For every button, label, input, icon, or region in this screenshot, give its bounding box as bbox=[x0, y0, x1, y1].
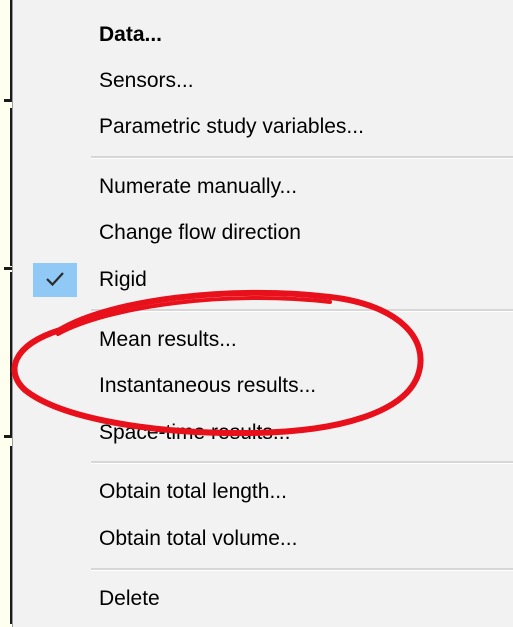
menu-item-label: Obtain total volume... bbox=[99, 527, 298, 550]
background-panel bbox=[0, 0, 12, 102]
background-divider bbox=[4, 267, 12, 270]
background-panel bbox=[0, 272, 12, 438]
menu-item-delete[interactable]: Delete bbox=[13, 576, 513, 622]
menu-separator bbox=[91, 156, 513, 159]
menu-item-obtain-total-volume[interactable]: Obtain total volume... bbox=[13, 516, 513, 562]
menu-item-rigid[interactable]: Rigid bbox=[13, 257, 513, 303]
menu-item-data[interactable]: Data... bbox=[13, 12, 513, 58]
menu-item-label: Parametric study variables... bbox=[99, 115, 364, 138]
menu-item-label: Sensors... bbox=[99, 69, 194, 92]
menu-separator bbox=[91, 568, 513, 571]
context-menu: Data... Sensors... Parametric study vari… bbox=[12, 0, 513, 627]
menu-separator bbox=[91, 309, 513, 312]
menu-item-label: Data... bbox=[99, 23, 163, 46]
screenshot-stage: Data... Sensors... Parametric study vari… bbox=[0, 0, 513, 627]
menu-separator bbox=[91, 461, 513, 464]
background-divider bbox=[4, 99, 12, 102]
background-divider bbox=[4, 435, 12, 438]
menu-item-obtain-total-length[interactable]: Obtain total length... bbox=[13, 469, 513, 515]
menu-item-sensors[interactable]: Sensors... bbox=[13, 58, 513, 104]
menu-item-mean-results[interactable]: Mean results... bbox=[13, 317, 513, 363]
menu-item-label: Change flow direction bbox=[99, 221, 301, 244]
checkmark-icon bbox=[46, 272, 64, 287]
menu-item-label: Numerate manually... bbox=[99, 175, 298, 198]
menu-item-instantaneous-results[interactable]: Instantaneous results... bbox=[13, 363, 513, 409]
menu-item-label: Delete bbox=[99, 587, 160, 610]
menu-item-numerate-manually[interactable]: Numerate manually... bbox=[13, 164, 513, 210]
menu-item-label: Instantaneous results... bbox=[99, 374, 317, 397]
menu-item-change-flow-direction[interactable]: Change flow direction bbox=[13, 210, 513, 256]
menu-item-label: Rigid bbox=[99, 268, 147, 291]
menu-item-label: Obtain total length... bbox=[99, 480, 287, 503]
background-panel bbox=[0, 446, 12, 612]
menu-item-space-time-results[interactable]: Space-time results... bbox=[13, 410, 513, 456]
menu-item-label: Space-time results... bbox=[99, 421, 291, 444]
menu-item-label: Mean results... bbox=[99, 328, 237, 351]
menu-item-parametric-study-variables[interactable]: Parametric study variables... bbox=[13, 104, 513, 150]
check-highlight bbox=[33, 263, 77, 297]
background-panel bbox=[0, 108, 12, 266]
